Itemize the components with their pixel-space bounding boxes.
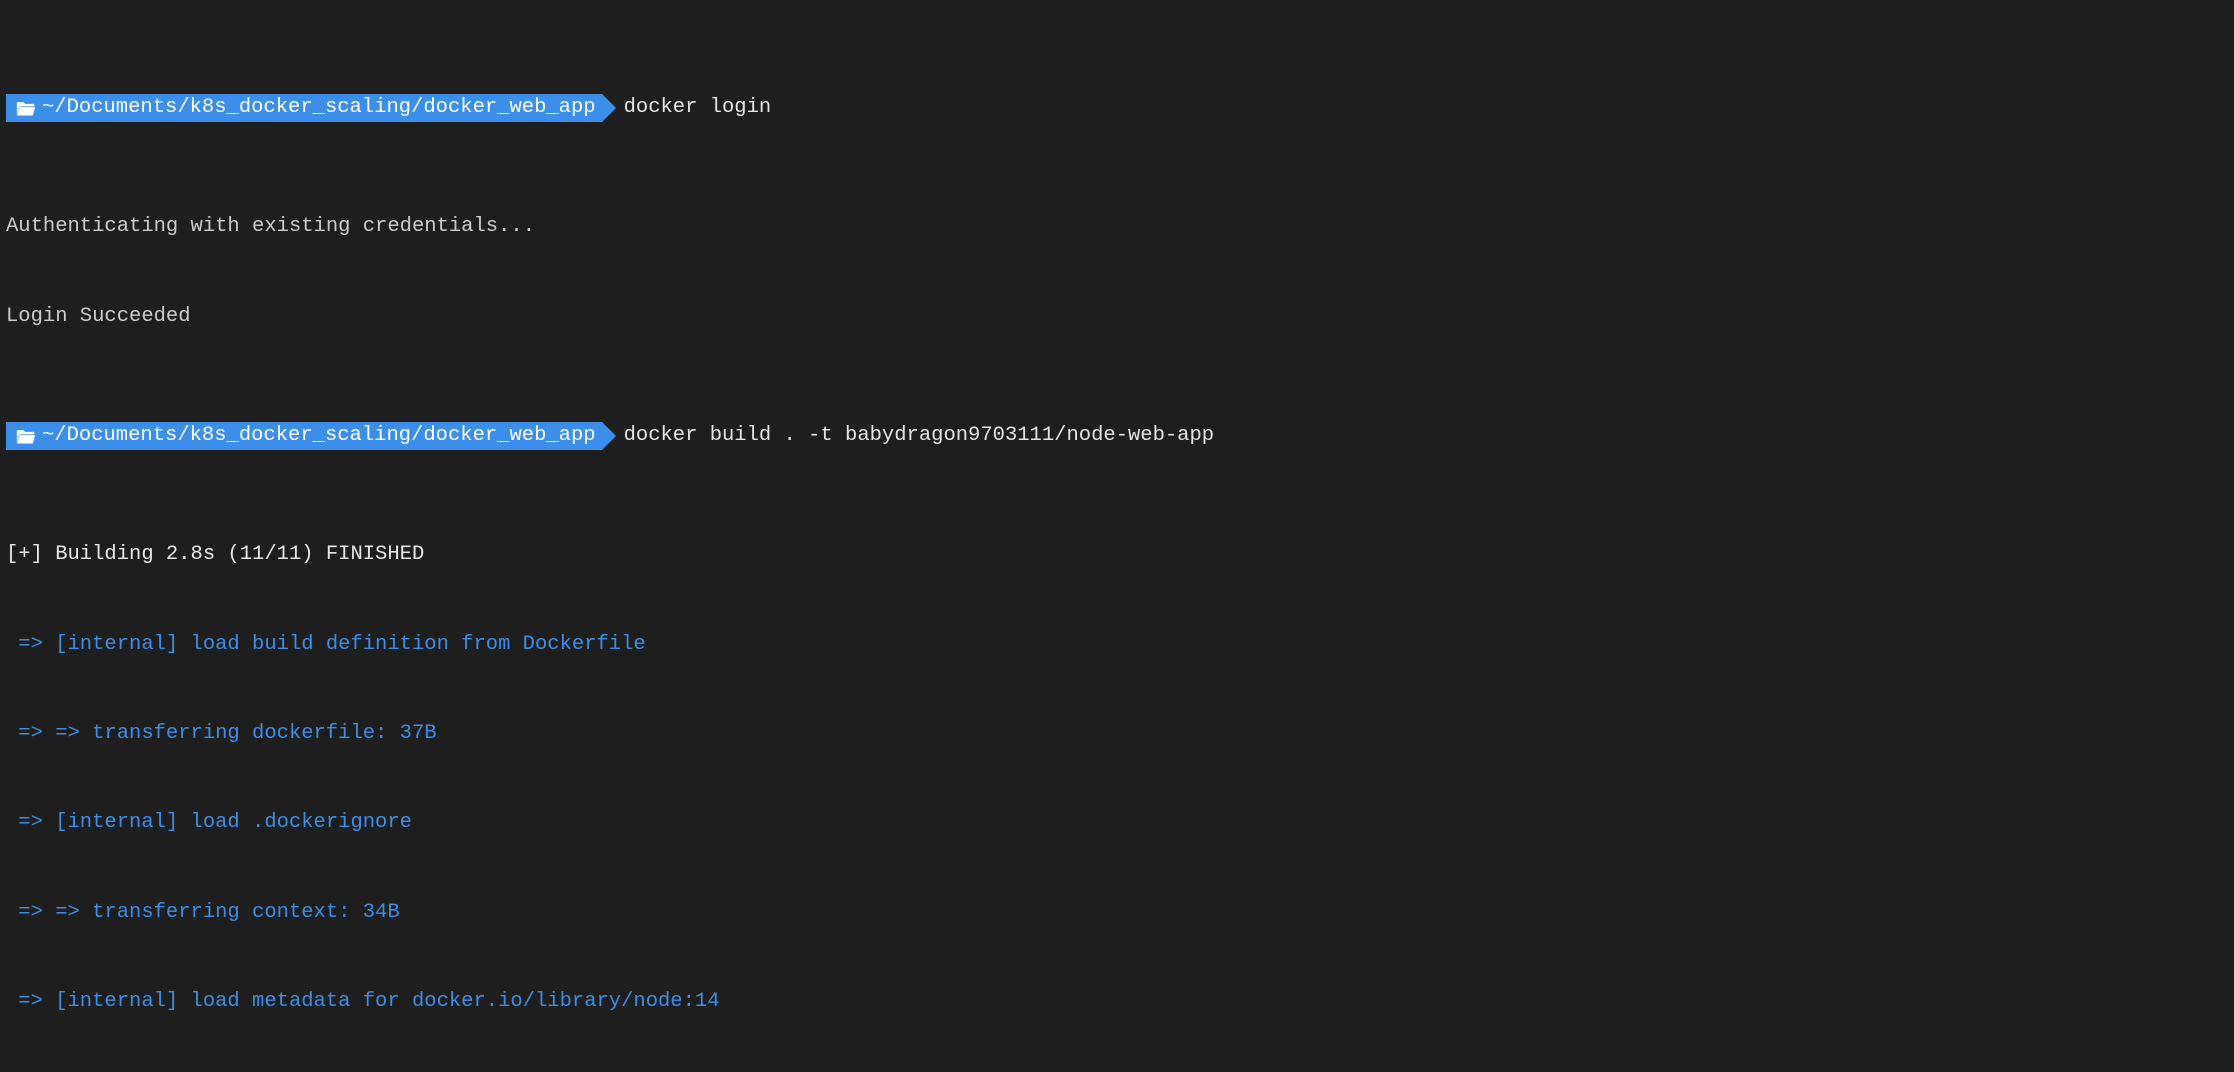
cwd-path: ~/Documents/k8s_docker_scaling/docker_we… (42, 93, 596, 123)
build-step: => [internal] load .dockerignore (6, 808, 2228, 838)
shell-prompt: ~/Documents/k8s_docker_scaling/docker_we… (6, 94, 602, 122)
command-text: docker login (624, 93, 772, 123)
output-line: Login Succeeded (6, 302, 2228, 332)
folder-open-icon (16, 99, 36, 117)
build-step: => => transferring context: 34B (6, 898, 2228, 928)
prompt-line: ~/Documents/k8s_docker_scaling/docker_we… (6, 421, 2228, 451)
terminal[interactable]: ~/Documents/k8s_docker_scaling/docker_we… (0, 0, 2234, 1072)
folder-open-icon (16, 427, 36, 445)
prompt-line: ~/Documents/k8s_docker_scaling/docker_we… (6, 93, 2228, 123)
build-step: => [internal] load metadata for docker.i… (6, 987, 2228, 1017)
command-text: docker build . -t babydragon9703111/node… (624, 421, 1215, 451)
cwd-path: ~/Documents/k8s_docker_scaling/docker_we… (42, 421, 596, 451)
build-header: [+] Building 2.8s (11/11) FINISHED (6, 540, 2228, 570)
shell-prompt: ~/Documents/k8s_docker_scaling/docker_we… (6, 422, 602, 450)
build-step: => => transferring dockerfile: 37B (6, 719, 2228, 749)
output-line: Authenticating with existing credentials… (6, 212, 2228, 242)
build-step: => [internal] load build definition from… (6, 630, 2228, 660)
